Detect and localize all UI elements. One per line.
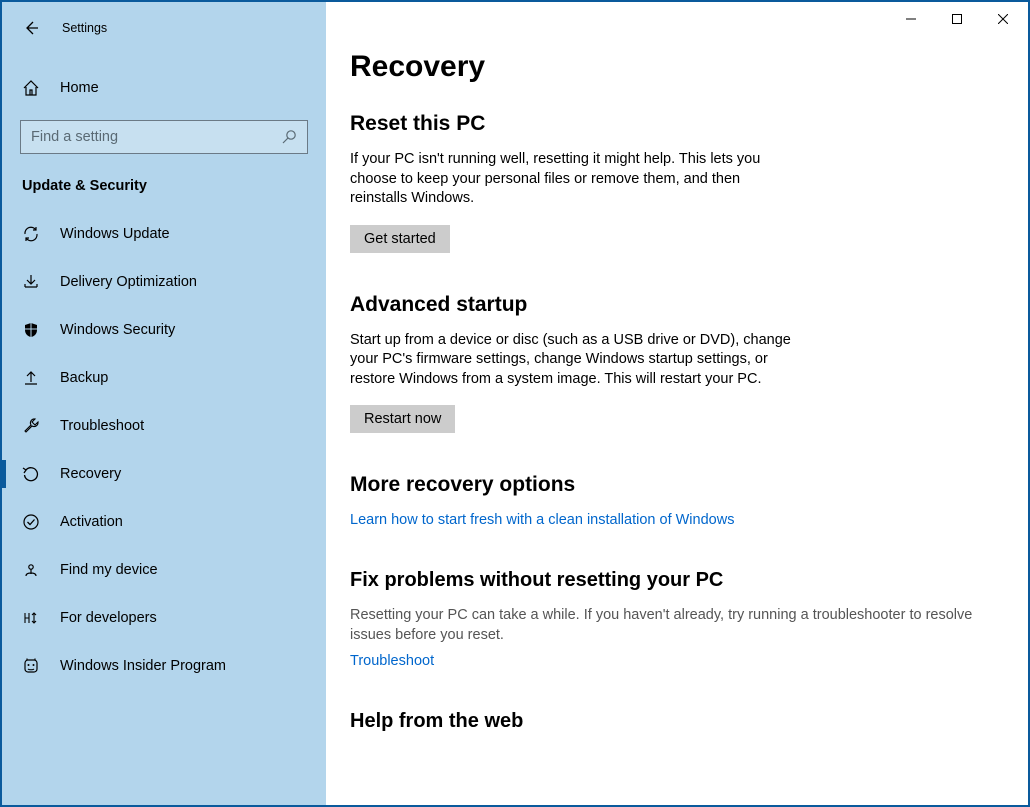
close-button[interactable] [980,4,1026,34]
sidebar-item-for-developers[interactable]: For developers [2,594,326,642]
section-help-web: Help from the web [350,710,1004,733]
sidebar-item-label: Activation [60,514,123,530]
home-label: Home [60,80,99,96]
sidebar-item-windows-insider[interactable]: Windows Insider Program [2,642,326,690]
sidebar-item-activation[interactable]: Activation [2,498,326,546]
restart-now-button[interactable]: Restart now [350,405,455,433]
sidebar-item-label: Troubleshoot [60,418,144,434]
fresh-install-link[interactable]: Learn how to start fresh with a clean in… [350,512,734,528]
back-button[interactable] [22,19,40,37]
section-fix-problems: Fix problems without resetting your PC R… [350,569,1004,669]
more-heading: More recovery options [350,473,1004,497]
search-box[interactable] [20,120,308,154]
advanced-heading: Advanced startup [350,293,1004,317]
page-title: Recovery [350,50,1004,84]
sidebar-item-windows-update[interactable]: Windows Update [2,210,326,258]
main-content: Recovery Reset this PC If your PC isn't … [326,2,1028,805]
sidebar-item-label: Delivery Optimization [60,274,197,290]
wrench-icon [22,417,40,435]
section-more-recovery: More recovery options Learn how to start… [350,473,1004,529]
sidebar-item-label: Recovery [60,466,121,482]
home-icon [22,79,40,97]
shield-icon [22,321,40,339]
window-controls [888,4,1026,34]
help-heading: Help from the web [350,710,1004,733]
reset-description: If your PC isn't running well, resetting… [350,150,800,209]
sidebar-item-backup[interactable]: Backup [2,354,326,402]
fix-heading: Fix problems without resetting your PC [350,569,1004,592]
minimize-button[interactable] [888,4,934,34]
section-advanced-startup: Advanced startup Start up from a device … [350,293,1004,434]
search-icon [281,129,297,145]
settings-window: Settings Home Update & Security [0,0,1030,807]
sidebar-item-delivery-optimization[interactable]: Delivery Optimization [2,258,326,306]
insider-icon [22,657,40,675]
sidebar-category: Update & Security [2,154,326,204]
sidebar-item-label: Windows Update [60,226,170,242]
sidebar-item-find-my-device[interactable]: Find my device [2,546,326,594]
sync-icon [22,225,40,243]
sidebar-nav: Windows Update Delivery Optimization Win… [2,210,326,690]
sidebar-item-troubleshoot[interactable]: Troubleshoot [2,402,326,450]
maximize-button[interactable] [934,4,980,34]
sidebar-item-label: Backup [60,370,108,386]
advanced-description: Start up from a device or disc (such as … [350,331,800,390]
window-title: Settings [62,21,107,35]
search-input[interactable] [31,129,281,145]
home-link[interactable]: Home [2,66,326,110]
check-circle-icon [22,513,40,531]
sidebar-item-label: Find my device [60,562,158,578]
fix-description: Resetting your PC can take a while. If y… [350,606,1004,645]
sidebar-item-label: Windows Insider Program [60,658,226,674]
sidebar-item-label: For developers [60,610,157,626]
recovery-icon [22,465,40,483]
download-icon [22,273,40,291]
backup-icon [22,369,40,387]
sidebar-item-recovery[interactable]: Recovery [2,450,326,498]
get-started-button[interactable]: Get started [350,225,450,253]
location-icon [22,561,40,579]
reset-heading: Reset this PC [350,112,1004,136]
section-reset-pc: Reset this PC If your PC isn't running w… [350,112,1004,253]
troubleshoot-link[interactable]: Troubleshoot [350,653,434,669]
sidebar-item-label: Windows Security [60,322,175,338]
sidebar: Settings Home Update & Security [2,2,326,805]
sidebar-item-windows-security[interactable]: Windows Security [2,306,326,354]
developer-icon [22,609,40,627]
